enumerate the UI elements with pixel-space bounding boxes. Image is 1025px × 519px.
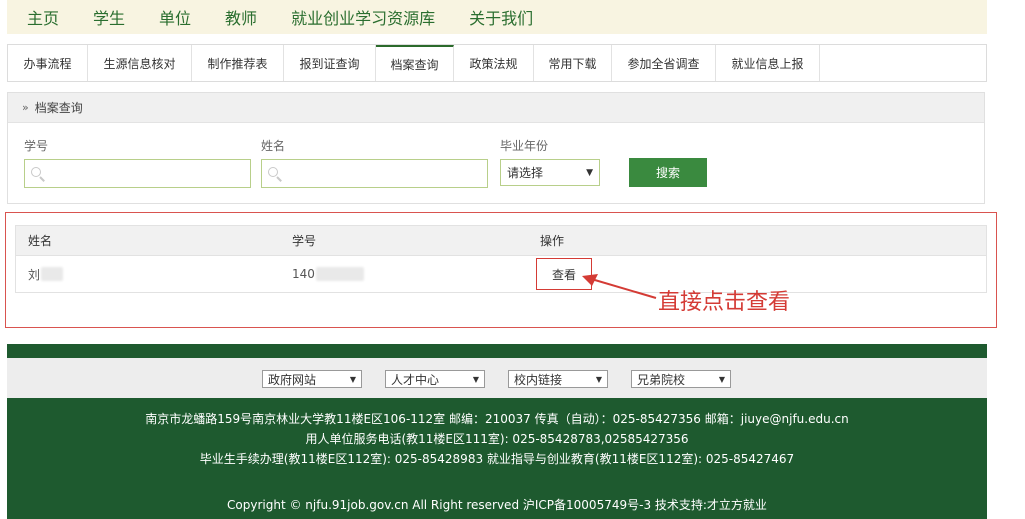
search-panel: » 档案查询 学号 姓名 毕业年份 请选择 ▼ 搜索 xyxy=(7,92,985,204)
panel-header: » 档案查询 xyxy=(8,93,984,123)
header-student-id: 学号 xyxy=(292,234,317,248)
row-name: 刘 xyxy=(28,256,64,292)
annotation-text: 直接点击查看 xyxy=(658,290,791,315)
nav-student[interactable]: 学生 xyxy=(93,5,125,29)
tab-employment-report[interactable]: 就业信息上报 xyxy=(716,45,820,81)
nav-home[interactable]: 主页 xyxy=(27,5,59,29)
results-highlight-box: 姓名 学号 操作 刘 140 查看 xyxy=(5,212,997,328)
name-label: 姓名 xyxy=(261,139,286,153)
top-nav: 主页 学生 单位 教师 就业创业学习资源库 关于我们 xyxy=(7,0,987,34)
footer-copyright: Copyright © njfu.91job.gov.cn All Right … xyxy=(227,498,767,512)
student-id-input[interactable] xyxy=(47,160,250,187)
header-action: 操作 xyxy=(540,234,565,248)
dropdown-arrow-icon: ▼ xyxy=(349,374,356,384)
footer-procedure-phone: 毕业生手续办理(教11楼E区112室): 025-85428983 就业指导与创… xyxy=(199,452,795,466)
student-id-field[interactable] xyxy=(24,159,251,188)
nav-resource-library[interactable]: 就业创业学习资源库 xyxy=(291,5,435,29)
student-id-label: 学号 xyxy=(24,139,49,153)
footer-links: 政府网站 ▼ 人才中心 ▼ 校内链接 ▼ 兄弟院校 ▼ xyxy=(7,358,987,398)
row-student-id: 140 xyxy=(292,256,364,292)
search-button[interactable]: 搜索 xyxy=(629,158,707,187)
chevron-right-icon: » xyxy=(22,101,29,114)
dropdown-arrow-icon: ▼ xyxy=(586,167,593,178)
tab-recommendation[interactable]: 制作推荐表 xyxy=(192,45,284,81)
campus-links-select[interactable]: 校内链接 ▼ xyxy=(508,370,608,388)
grad-year-value: 请选择 xyxy=(507,166,544,180)
nav-employer[interactable]: 单位 xyxy=(159,5,191,29)
table-header: 姓名 学号 操作 xyxy=(16,226,986,256)
dropdown-arrow-icon: ▼ xyxy=(472,374,479,384)
name-field[interactable] xyxy=(261,159,488,188)
redacted-mask xyxy=(41,267,64,281)
name-input[interactable] xyxy=(284,160,487,187)
tab-archive-query[interactable]: 档案查询 xyxy=(376,45,454,81)
redacted-mask xyxy=(315,267,364,281)
sister-schools-select[interactable]: 兄弟院校 ▼ xyxy=(631,370,731,388)
annotation-arrow-icon xyxy=(582,274,657,299)
grad-year-label: 毕业年份 xyxy=(500,139,549,153)
nav-teacher[interactable]: 教师 xyxy=(225,5,257,29)
tab-policy[interactable]: 政策法规 xyxy=(454,45,534,81)
footer-strip xyxy=(7,344,987,358)
dropdown-arrow-icon: ▼ xyxy=(718,374,725,384)
tab-source-info[interactable]: 生源信息核对 xyxy=(88,45,192,81)
sub-tabs: 办事流程 生源信息核对 制作推荐表 报到证查询 档案查询 政策法规 常用下载 参… xyxy=(7,44,987,82)
panel-title: 档案查询 xyxy=(34,101,83,115)
table-row: 刘 140 查看 xyxy=(16,256,986,292)
tab-downloads[interactable]: 常用下载 xyxy=(534,45,612,81)
grad-year-select[interactable]: 请选择 ▼ xyxy=(500,159,600,186)
footer-employer-phone: 用人单位服务电话(教11楼E区111室): 025-85428783,02585… xyxy=(305,432,689,446)
footer-info: 南京市龙蟠路159号南京林业大学教11楼E区106-112室 邮编：210037… xyxy=(7,398,987,519)
header-name: 姓名 xyxy=(28,234,53,248)
search-icon xyxy=(262,160,284,187)
gov-sites-select[interactable]: 政府网站 ▼ xyxy=(262,370,362,388)
results-table: 姓名 学号 操作 刘 140 查看 xyxy=(15,225,987,293)
dropdown-arrow-icon: ▼ xyxy=(595,374,602,384)
footer-address: 南京市龙蟠路159号南京林业大学教11楼E区106-112室 邮编：210037… xyxy=(145,412,849,426)
talent-center-select[interactable]: 人才中心 ▼ xyxy=(385,370,485,388)
tab-report-query[interactable]: 报到证查询 xyxy=(284,45,376,81)
tab-procedure[interactable]: 办事流程 xyxy=(8,45,88,81)
search-icon xyxy=(25,160,47,187)
tab-survey[interactable]: 参加全省调查 xyxy=(612,45,716,81)
nav-about[interactable]: 关于我们 xyxy=(469,5,533,29)
